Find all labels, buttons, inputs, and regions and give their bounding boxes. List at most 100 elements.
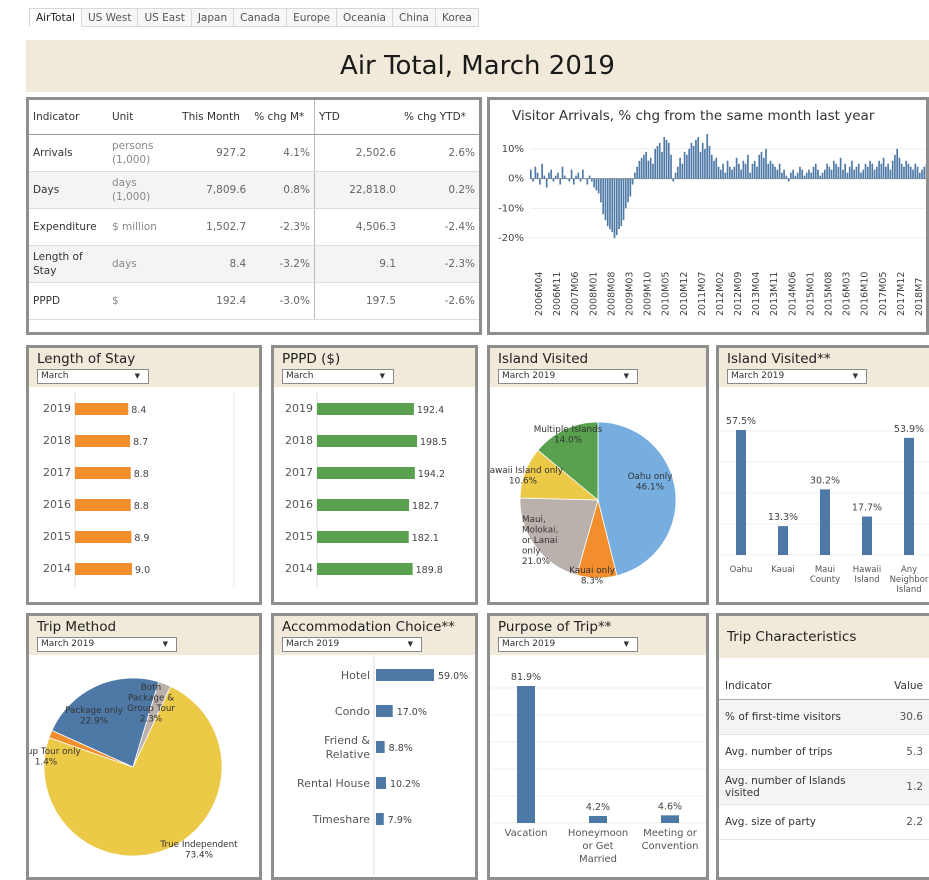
arrivals-bar[interactable] bbox=[905, 160, 908, 179]
arrivals-bar[interactable] bbox=[631, 178, 634, 185]
arrivals-bar[interactable] bbox=[636, 166, 638, 179]
tab-china[interactable]: China bbox=[392, 8, 436, 27]
arrivals-bar[interactable] bbox=[853, 169, 856, 179]
arrivals-bar[interactable] bbox=[611, 178, 614, 233]
arrivals-bar[interactable] bbox=[667, 142, 670, 179]
arrivals-bar[interactable] bbox=[738, 163, 740, 179]
island-bar[interactable] bbox=[862, 516, 872, 555]
arrivals-bar[interactable] bbox=[801, 169, 804, 179]
arrivals-bar[interactable] bbox=[572, 178, 575, 185]
arrivals-bar[interactable] bbox=[627, 178, 629, 203]
arrivals-bar[interactable] bbox=[634, 172, 636, 179]
arrivals-bar[interactable] bbox=[923, 166, 926, 179]
arrivals-bar[interactable] bbox=[810, 172, 813, 179]
arrivals-bar[interactable] bbox=[715, 157, 718, 179]
arrivals-bar[interactable] bbox=[729, 166, 731, 179]
arrivals-bar[interactable] bbox=[912, 169, 914, 179]
arrivals-bar[interactable] bbox=[541, 163, 543, 179]
arrivals-bar[interactable] bbox=[769, 160, 772, 179]
month-dropdown[interactable]: March ▼ bbox=[37, 369, 149, 384]
arrivals-bar[interactable] bbox=[545, 178, 548, 188]
arrivals-bar[interactable] bbox=[622, 178, 625, 221]
arrivals-bar[interactable] bbox=[577, 172, 580, 179]
arrivals-bar[interactable] bbox=[609, 178, 611, 230]
island-bar[interactable] bbox=[904, 437, 914, 555]
col-header[interactable]: % chg M* bbox=[250, 100, 315, 135]
arrivals-bar[interactable] bbox=[749, 172, 752, 179]
tab-japan[interactable]: Japan bbox=[191, 8, 235, 27]
arrivals-bar[interactable] bbox=[548, 172, 550, 179]
arrivals-bar[interactable] bbox=[615, 178, 618, 236]
tab-korea[interactable]: Korea bbox=[435, 8, 479, 27]
arrivals-bar[interactable] bbox=[731, 169, 733, 179]
arrivals-bar[interactable] bbox=[713, 160, 715, 179]
arrivals-bar[interactable] bbox=[665, 139, 668, 179]
arrivals-bar[interactable] bbox=[552, 178, 555, 182]
arrivals-bar[interactable] bbox=[819, 175, 822, 179]
arrivals-bar[interactable] bbox=[835, 163, 837, 179]
arrivals-bar[interactable] bbox=[588, 175, 591, 179]
tab-europe[interactable]: Europe bbox=[287, 8, 338, 27]
island-bar[interactable] bbox=[778, 526, 788, 555]
arrivals-bar[interactable] bbox=[652, 163, 654, 179]
accommodation-bar[interactable] bbox=[376, 669, 434, 681]
arrivals-bar[interactable] bbox=[862, 169, 865, 179]
arrivals-bar[interactable] bbox=[690, 142, 693, 179]
arrivals-bar[interactable] bbox=[582, 169, 584, 179]
arrivals-bar[interactable] bbox=[593, 178, 595, 188]
arrivals-bar[interactable] bbox=[604, 178, 607, 221]
arrivals-bar[interactable] bbox=[658, 142, 661, 179]
arrivals-bar[interactable] bbox=[620, 178, 623, 227]
arrivals-bar[interactable] bbox=[851, 160, 853, 179]
arrivals-bar[interactable] bbox=[896, 148, 899, 179]
accommodation-bar[interactable] bbox=[376, 705, 393, 717]
arrivals-bar[interactable] bbox=[871, 163, 874, 179]
year-bar[interactable] bbox=[317, 531, 409, 543]
arrivals-bar[interactable] bbox=[591, 178, 593, 182]
arrivals-bar[interactable] bbox=[751, 163, 754, 179]
arrivals-bar[interactable] bbox=[640, 157, 643, 179]
year-bar[interactable] bbox=[317, 467, 415, 479]
arrivals-bar[interactable] bbox=[844, 163, 846, 179]
arrivals-bar[interactable] bbox=[543, 175, 546, 179]
arrivals-bar[interactable] bbox=[774, 166, 776, 179]
arrivals-bar[interactable] bbox=[776, 169, 779, 179]
arrivals-bar[interactable] bbox=[706, 134, 709, 179]
arrivals-bar[interactable] bbox=[530, 169, 532, 179]
arrivals-bar[interactable] bbox=[643, 154, 645, 179]
arrivals-bar[interactable] bbox=[796, 172, 799, 179]
arrivals-bar[interactable] bbox=[568, 178, 571, 182]
arrivals-bar[interactable] bbox=[699, 151, 702, 179]
arrivals-bar[interactable] bbox=[826, 163, 828, 179]
arrivals-bar[interactable] bbox=[683, 151, 686, 179]
arrivals-bar[interactable] bbox=[765, 148, 767, 179]
year-bar[interactable] bbox=[317, 435, 417, 447]
arrivals-bar[interactable] bbox=[792, 169, 794, 179]
arrivals-bar[interactable] bbox=[837, 166, 840, 179]
arrivals-bar[interactable] bbox=[812, 166, 815, 179]
arrivals-bar[interactable] bbox=[742, 160, 745, 179]
arrivals-bar[interactable] bbox=[842, 169, 844, 179]
tab-oceania[interactable]: Oceania bbox=[337, 8, 393, 27]
arrivals-bar[interactable] bbox=[914, 163, 917, 179]
arrivals-bar[interactable] bbox=[663, 136, 666, 179]
arrivals-bar[interactable] bbox=[704, 148, 706, 179]
arrivals-bar[interactable] bbox=[719, 169, 722, 179]
arrivals-bar[interactable] bbox=[695, 139, 697, 179]
arrivals-bar[interactable] bbox=[839, 157, 842, 179]
arrivals-bar[interactable] bbox=[830, 169, 833, 179]
arrivals-bar[interactable] bbox=[846, 172, 849, 179]
arrivals-bar[interactable] bbox=[781, 172, 783, 179]
arrivals-bar[interactable] bbox=[875, 166, 878, 179]
arrivals-bar[interactable] bbox=[710, 154, 713, 179]
arrivals-bar[interactable] bbox=[717, 166, 720, 179]
year-bar[interactable] bbox=[75, 435, 131, 447]
arrivals-bar[interactable] bbox=[674, 172, 677, 179]
arrivals-bar[interactable] bbox=[726, 160, 729, 179]
arrivals-bar[interactable] bbox=[855, 166, 858, 179]
arrivals-bar[interactable] bbox=[873, 169, 876, 179]
arrivals-bar[interactable] bbox=[799, 166, 801, 179]
arrivals-bar[interactable] bbox=[889, 169, 892, 179]
arrivals-bar[interactable] bbox=[654, 148, 657, 179]
arrivals-bar[interactable] bbox=[579, 178, 582, 182]
